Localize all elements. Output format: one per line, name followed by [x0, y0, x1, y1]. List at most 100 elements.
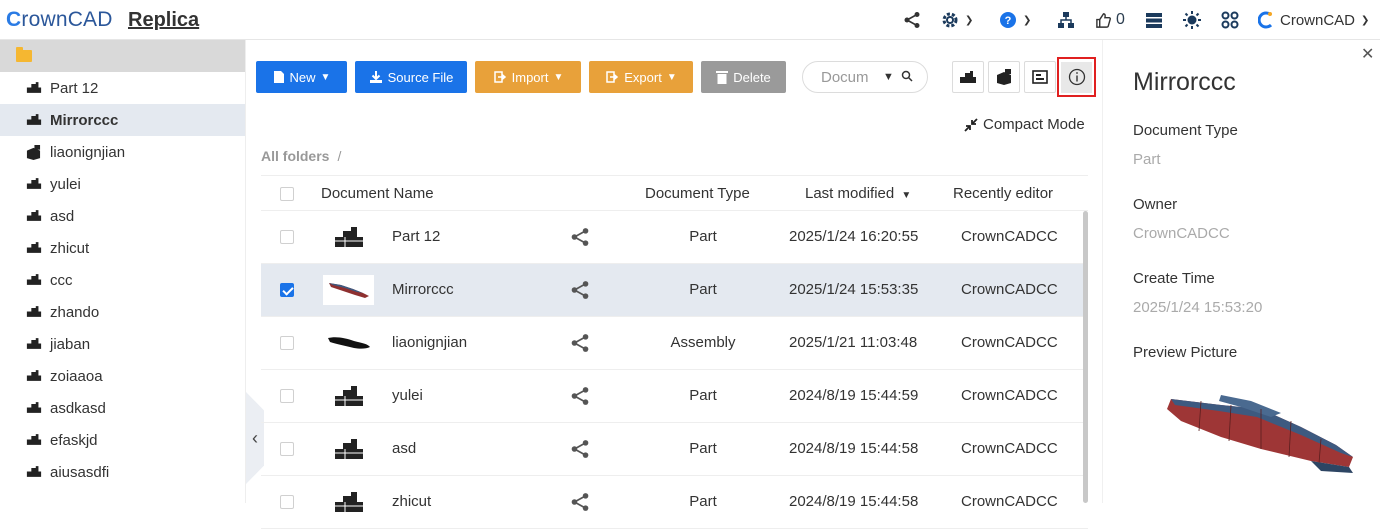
user-menu[interactable]: CrownCAD ❯ — [1258, 9, 1369, 31]
compact-mode-label: Compact Mode — [983, 116, 1085, 133]
settings-menu[interactable]: ❯ — [941, 9, 973, 31]
details-doc-type-label: Document Type — [1133, 122, 1238, 139]
sidebar-item[interactable]: Mirrorccc — [0, 104, 245, 136]
document-title[interactable]: Replica — [128, 9, 199, 32]
details-panel: ✕ Mirrorccc Document Type Part Owner Cro… — [1102, 40, 1380, 503]
table-row[interactable]: Mirrorccc Part 2025/1/24 15:53:35 CrownCADC… — [261, 264, 1088, 317]
part-icon — [26, 241, 42, 255]
source-file-button[interactable]: Source File — [355, 61, 467, 93]
close-icon[interactable]: ✕ — [1361, 44, 1374, 64]
like-button[interactable]: 0 — [1095, 9, 1125, 31]
row-checkbox[interactable] — [280, 389, 294, 403]
new-button[interactable]: New ▼ — [256, 61, 347, 93]
help-menu[interactable]: ? ❯ — [999, 9, 1031, 31]
apps-icon[interactable] — [1221, 9, 1239, 31]
sidebar-item-label: Part 12 — [50, 79, 99, 97]
row-checkbox[interactable] — [280, 442, 294, 456]
sidebar-item[interactable]: liaonignjian — [0, 136, 245, 168]
sidebar-item-label: aiusasdfi — [50, 463, 110, 481]
share-icon[interactable] — [570, 333, 590, 357]
import-button[interactable]: Import ▼ — [475, 61, 581, 93]
sidebar-item[interactable]: Part 12 — [0, 72, 245, 104]
last-modified: 2024/8/19 15:44:58 — [789, 493, 919, 510]
compact-mode-toggle[interactable]: Compact Mode — [964, 116, 1085, 133]
filter-parts-button[interactable] — [952, 61, 984, 93]
document-name[interactable]: liaonignjian — [392, 334, 467, 351]
document-thumbnail[interactable] — [323, 222, 374, 252]
sidebar-item[interactable]: asdkasd — [0, 392, 245, 424]
part-icon — [26, 369, 42, 383]
sidebar-item[interactable]: zhando — [0, 296, 245, 328]
document-thumbnail[interactable] — [323, 328, 374, 358]
chevron-down-icon: ▼ — [320, 71, 331, 83]
filter-drawings-button[interactable] — [1024, 61, 1056, 93]
recent-editor: CrownCADCC — [961, 281, 1058, 298]
documents-table: Document Name Document Type Last modifie… — [261, 175, 1088, 529]
breadcrumb-all-folders[interactable]: All folders — [261, 148, 329, 164]
delete-button[interactable]: Delete — [701, 61, 786, 93]
org-chart-icon[interactable] — [1057, 9, 1075, 31]
document-thumbnail[interactable] — [323, 487, 374, 517]
filter-assemblies-button[interactable] — [988, 61, 1020, 93]
document-name[interactable]: yulei — [392, 387, 423, 404]
document-name[interactable]: asd — [392, 440, 416, 457]
document-thumbnail[interactable] — [323, 381, 374, 411]
sidebar-item[interactable]: aiusasdfi — [0, 456, 245, 488]
share-icon[interactable] — [903, 9, 921, 31]
sort-desc-icon[interactable]: ▼ — [901, 190, 911, 201]
table-row[interactable]: asd Part 2024/8/19 15:44:58 CrownCADCC — [261, 423, 1088, 476]
sidebar-item-label: yulei — [50, 175, 81, 193]
assembly-icon — [997, 69, 1011, 85]
sidebar-item[interactable]: zhicut — [0, 232, 245, 264]
document-name[interactable]: Part 12 — [392, 228, 440, 245]
share-icon[interactable] — [570, 386, 590, 410]
sun-icon[interactable] — [1183, 9, 1201, 31]
column-header-type[interactable]: Document Type — [645, 185, 750, 202]
sidebar-item-label: Mirrorccc — [50, 111, 119, 129]
document-name[interactable]: zhicut — [392, 493, 431, 510]
preview-picture — [1161, 387, 1361, 487]
column-header-editor[interactable]: Recently editor — [953, 185, 1053, 202]
sidebar-item[interactable]: jiaban — [0, 328, 245, 360]
sidebar-item[interactable]: efaskjd — [0, 424, 245, 456]
chevron-down-icon: ❯ — [1361, 14, 1370, 26]
row-checkbox[interactable] — [280, 230, 294, 244]
root-folder[interactable] — [0, 40, 245, 72]
table-header: Document Name Document Type Last modifie… — [261, 175, 1088, 211]
share-icon[interactable] — [570, 227, 590, 251]
table-scrollbar[interactable] — [1083, 211, 1088, 503]
table-row[interactable]: Part 12 Part 2025/1/24 16:20:55 CrownCADCC — [261, 211, 1088, 264]
row-checkbox[interactable] — [280, 283, 294, 297]
search-icon[interactable] — [901, 69, 913, 86]
column-header-modified[interactable]: Last modified ▼ — [805, 185, 911, 202]
table-row[interactable]: liaonignjian Assembly 2025/1/21 11:03:48 Cr… — [261, 317, 1088, 370]
column-header-name[interactable]: Document Name — [321, 185, 434, 202]
sidebar-item[interactable]: ccc — [0, 264, 245, 296]
document-thumbnail[interactable] — [323, 275, 374, 305]
crowncad-logo[interactable]: CrownCAD — [6, 8, 113, 32]
document-thumbnail[interactable] — [323, 434, 374, 464]
search-input[interactable]: Docum ▼ — [802, 61, 928, 93]
share-icon[interactable] — [570, 492, 590, 516]
row-checkbox[interactable] — [280, 495, 294, 509]
part-icon — [26, 465, 42, 479]
document-type: Part — [689, 387, 717, 404]
likes-count: 0 — [1116, 11, 1125, 28]
sidebar-item[interactable]: yulei — [0, 168, 245, 200]
share-icon[interactable] — [570, 280, 590, 304]
search-scope-dropdown-icon[interactable]: ▼ — [883, 71, 894, 83]
export-button[interactable]: Export ▼ — [589, 61, 693, 93]
document-name[interactable]: Mirrorccc — [392, 281, 454, 298]
database-icon[interactable] — [1145, 9, 1163, 31]
svg-text:?: ? — [1005, 15, 1012, 27]
chevron-down-icon: ❯ — [1023, 14, 1032, 26]
select-all-checkbox[interactable] — [280, 187, 294, 201]
sidebar-item[interactable]: asd — [0, 200, 245, 232]
recent-editor: CrownCADCC — [961, 440, 1058, 457]
share-icon[interactable] — [570, 439, 590, 463]
row-checkbox[interactable] — [280, 336, 294, 350]
document-info-button[interactable] — [1057, 57, 1096, 97]
sidebar-item[interactable]: zoiaaoa — [0, 360, 245, 392]
table-row[interactable]: yulei Part 2024/8/19 15:44:59 CrownCADCC — [261, 370, 1088, 423]
sidebar-item-label: zoiaaoa — [50, 367, 103, 385]
